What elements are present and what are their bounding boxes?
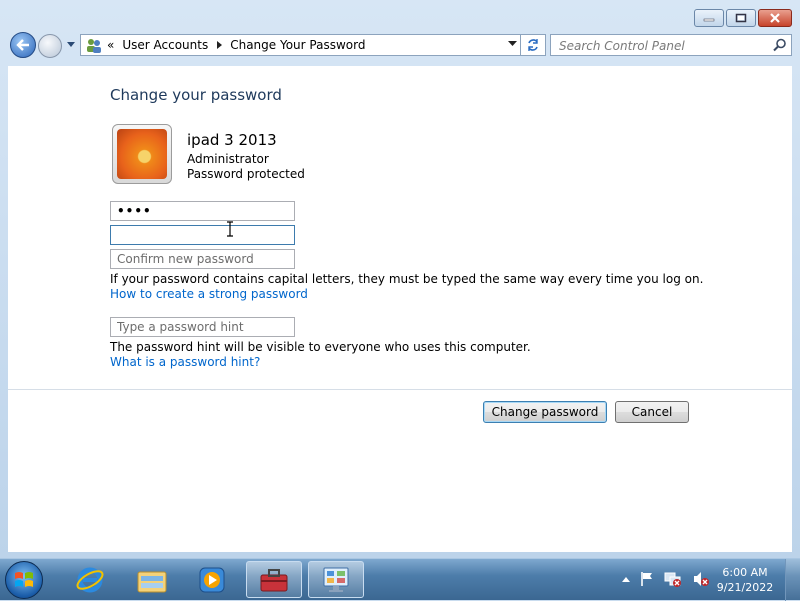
volume-muted-icon[interactable] xyxy=(692,571,710,587)
internet-explorer-button[interactable] xyxy=(62,561,118,598)
maximize-button[interactable] xyxy=(726,9,756,27)
user-password-status: Password protected xyxy=(187,167,305,181)
toolbox-button[interactable] xyxy=(246,561,302,598)
main-content: Change your password ipad 3 2013 Adminis… xyxy=(8,66,792,552)
navigation-bar: « User Accounts Change Your Password xyxy=(8,32,792,59)
change-password-button[interactable]: Change password xyxy=(483,401,607,423)
refresh-button[interactable] xyxy=(520,34,546,56)
control-panel-icon xyxy=(323,567,349,592)
toolbox-icon xyxy=(260,568,288,591)
breadcrumb-user-accounts[interactable]: User Accounts xyxy=(122,38,208,52)
forward-button[interactable] xyxy=(38,34,62,58)
close-icon xyxy=(770,13,780,23)
password-hint-field[interactable] xyxy=(110,317,295,337)
user-role: Administrator xyxy=(187,152,269,166)
cancel-button[interactable]: Cancel xyxy=(615,401,689,423)
back-button[interactable] xyxy=(10,32,36,58)
page-title: Change your password xyxy=(110,86,282,104)
text-cursor-icon xyxy=(227,221,233,237)
password-hint-link[interactable]: What is a password hint? xyxy=(110,355,260,369)
current-password-field[interactable] xyxy=(110,201,295,221)
internet-explorer-icon xyxy=(76,567,104,592)
back-arrow-icon xyxy=(16,39,29,51)
breadcrumb-change-your-password[interactable]: Change Your Password xyxy=(230,38,365,52)
address-bar[interactable]: « User Accounts Change Your Password xyxy=(80,34,524,56)
maximize-icon xyxy=(735,13,747,23)
confirm-password-field[interactable] xyxy=(110,249,295,269)
windows-explorer-icon xyxy=(137,571,167,592)
breadcrumb-separator-icon[interactable] xyxy=(216,41,224,49)
control-panel-window: « User Accounts Change Your Password Cha… xyxy=(0,0,800,558)
address-dropdown-icon[interactable] xyxy=(508,41,517,47)
media-player-icon xyxy=(199,567,225,592)
windows-logo-icon xyxy=(15,572,33,587)
caps-info-text: If your password contains capital letter… xyxy=(110,272,704,286)
control-panel-button[interactable] xyxy=(308,561,364,598)
refresh-icon xyxy=(528,39,538,51)
user-name: ipad 3 2013 xyxy=(187,131,277,149)
strong-password-link[interactable]: How to create a strong password xyxy=(110,287,308,301)
system-clock[interactable]: 6:00 AM 9/21/2022 xyxy=(712,565,778,595)
search-box[interactable] xyxy=(550,34,792,56)
close-button[interactable] xyxy=(758,9,792,27)
network-icon[interactable] xyxy=(664,571,682,587)
caption-buttons xyxy=(694,9,792,27)
show-desktop-button[interactable] xyxy=(785,559,800,601)
clock-time: 6:00 AM xyxy=(722,566,768,579)
minimize-icon xyxy=(703,18,715,22)
flower-picture xyxy=(117,129,167,179)
taskbar: 6:00 AM 9/21/2022 xyxy=(0,558,800,601)
windows-explorer-button[interactable] xyxy=(124,561,180,598)
action-center-flag-icon[interactable] xyxy=(640,571,654,587)
media-player-button[interactable] xyxy=(184,561,240,598)
chevron-down-icon xyxy=(67,42,75,47)
clock-date: 9/21/2022 xyxy=(716,581,774,594)
hint-info-text: The password hint will be visible to eve… xyxy=(110,340,531,354)
new-password-field[interactable] xyxy=(110,225,295,245)
show-hidden-icons-chevron[interactable] xyxy=(622,576,630,582)
minimize-button[interactable] xyxy=(694,9,724,27)
recent-pages-button[interactable] xyxy=(66,40,76,50)
search-input[interactable] xyxy=(557,36,766,56)
breadcrumb-overflow[interactable]: « xyxy=(107,38,114,52)
start-button[interactable] xyxy=(5,561,43,599)
search-icon[interactable] xyxy=(773,38,787,52)
divider xyxy=(8,389,792,390)
notification-area xyxy=(622,571,710,587)
avatar xyxy=(112,124,172,184)
user-accounts-icon xyxy=(87,39,101,53)
